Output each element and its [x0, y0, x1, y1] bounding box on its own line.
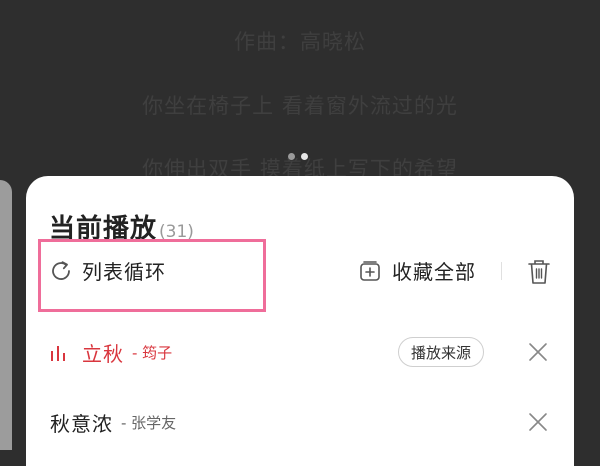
- song-title: 立秋: [82, 342, 124, 366]
- lyric-line: 作曲：高晓松: [234, 30, 366, 54]
- close-icon[interactable]: [527, 411, 549, 433]
- page-dot: [288, 153, 295, 160]
- song-artist: - 筠子: [132, 344, 173, 362]
- background-card-edge: [0, 180, 12, 450]
- add-to-folder-icon: [360, 260, 380, 281]
- playlist-count: (31): [159, 222, 194, 242]
- song-artist: - 张学友: [121, 414, 177, 432]
- repeat-icon: [52, 260, 70, 280]
- play-source-button[interactable]: 播放来源: [398, 337, 485, 367]
- toolbar-divider: [501, 262, 502, 280]
- page-indicator: [288, 153, 308, 160]
- lyrics-panel: 作曲：高晓松 你坐在椅子上 看着窗外流过的光 你伸出双手 摸着纸上写下的希望: [0, 0, 600, 181]
- play-mode-label: 列表循环: [82, 260, 166, 284]
- queue-item[interactable]: 秋意浓 - 张学友: [50, 408, 176, 437]
- background-card-edge-right: [590, 180, 600, 450]
- lyric-line: 你坐在椅子上 看着窗外流过的光: [142, 94, 458, 118]
- song-title: 秋意浓: [50, 412, 113, 436]
- current-playlist-sheet: 当前播放 (31) 列表循环 收藏全部 立秋 - 筠子 播放来源 秋意浓 - 张…: [26, 176, 574, 466]
- queue-item-now-playing[interactable]: 立秋 - 筠子: [50, 338, 172, 367]
- collect-all-label: 收藏全部: [392, 260, 476, 284]
- sheet-title: 当前播放: [49, 214, 158, 244]
- sheet-header: 当前播放 (31): [49, 208, 194, 245]
- trash-icon[interactable]: [526, 258, 552, 286]
- page-dot-active: [301, 153, 308, 160]
- playing-bars-icon: [51, 345, 65, 361]
- collect-all-button[interactable]: 收藏全部: [358, 256, 476, 285]
- play-mode-button[interactable]: 列表循环: [48, 256, 166, 285]
- close-icon[interactable]: [527, 341, 549, 363]
